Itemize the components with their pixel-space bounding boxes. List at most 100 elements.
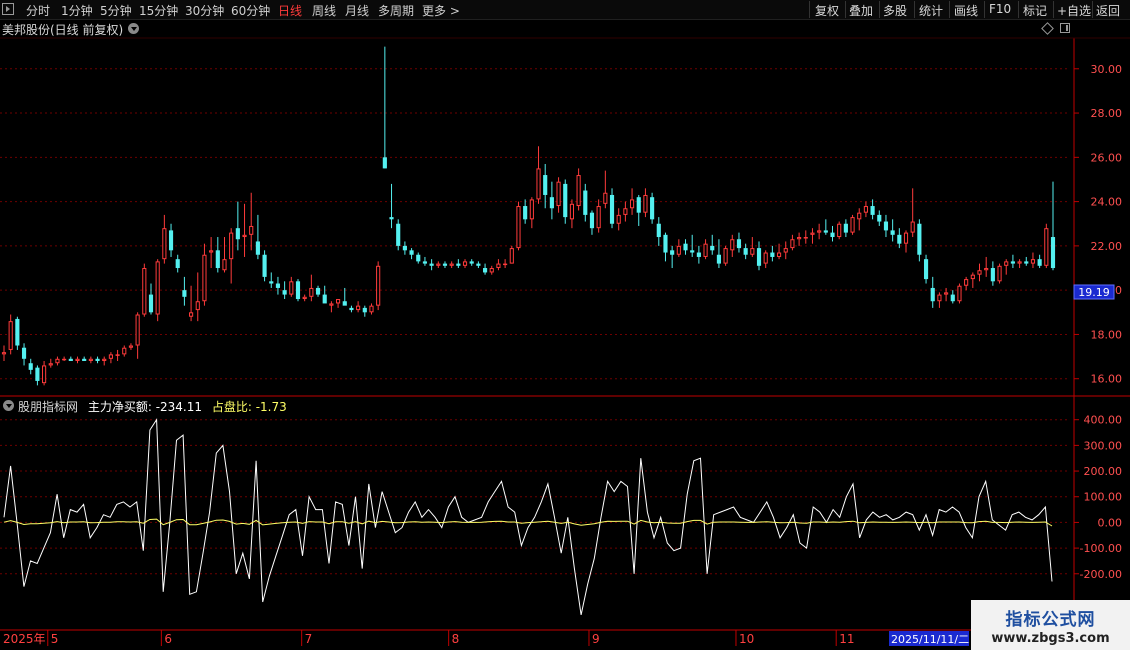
candle-body [723,248,728,264]
candle-body [516,206,521,249]
candle-body [676,245,681,255]
candle [242,203,247,257]
candle [810,228,815,244]
candle-body [456,263,461,266]
candle [569,199,575,229]
candle-body [476,263,481,266]
candle [783,241,788,260]
candle [1030,252,1036,269]
candle-body [1050,237,1056,269]
candle-body [35,367,40,381]
candle-body [489,268,494,273]
candle-body [155,261,160,315]
candle [362,305,367,317]
candle-body [422,261,428,264]
candle-body [549,197,554,209]
candle [389,183,394,229]
price-tick-label: 22.00 [1091,240,1123,253]
candle-body [529,199,534,220]
candle [817,223,822,240]
candle-body [1004,261,1009,266]
candle-body [269,281,274,284]
indicator-tick-label: 200.00 [1084,465,1123,478]
candle [382,46,387,169]
candle-body [376,265,381,306]
candle [142,263,147,317]
candle [616,208,621,231]
candle-body [810,232,815,235]
candle-body [142,268,147,315]
candle [923,254,929,284]
price-tick-label: 26.00 [1091,151,1123,164]
candle [957,283,962,304]
candle-body [8,321,13,350]
candle-body [322,294,327,304]
candle [529,197,534,229]
candle [917,219,922,262]
candle-body [970,274,975,280]
candle-body [242,234,247,238]
candle-body [877,214,882,222]
candle [309,274,314,302]
candle [1010,254,1015,269]
candle-body [857,212,862,220]
candle [1024,256,1029,266]
candle [890,219,895,242]
candle-body [175,259,180,269]
candle [155,259,160,322]
candle [603,170,608,209]
candle-body [957,285,962,302]
candle [42,361,47,386]
candle [950,290,955,304]
candle [255,214,260,260]
candle-body [108,354,113,359]
candle-body [42,365,47,384]
candle [623,201,628,222]
candle-body [609,194,615,224]
candle-body [449,263,454,266]
candle [563,179,568,224]
candle-body [743,248,748,255]
candle [422,256,428,266]
candle [509,245,514,264]
candle [369,303,374,315]
candle-body [696,252,701,257]
candle [95,356,100,364]
candle-body [636,197,641,213]
candle [262,250,267,282]
candle-body [950,294,955,302]
candle-body [850,217,855,233]
watermark-logo: 指标公式网 www.zbgs3.com [971,600,1130,650]
indicator-tick-label: 400.00 [1084,414,1123,427]
candle [823,219,828,235]
candle [322,285,327,304]
indicator-tick-label: 300.00 [1084,439,1123,452]
candle-body [202,254,207,302]
indicator-series [3,418,1053,616]
candle [897,228,902,249]
price-tick-label: 24.00 [1091,196,1123,209]
candle [128,343,134,350]
candle-body [1037,259,1042,266]
candle [870,199,875,220]
candle [750,237,755,257]
candle [857,208,862,231]
candle-body [396,223,401,246]
chart-area[interactable]: 16.0018.0020.0022.0024.0026.0028.0030.00… [0,0,1130,650]
candle-body [897,234,902,244]
candle-body [469,261,474,264]
candle-body [128,345,134,348]
candle-body [15,318,20,346]
net-buy-line [3,418,1053,616]
candle-body [830,232,835,238]
candle [596,199,601,233]
candle [195,272,200,322]
candle-body [923,259,929,280]
candle [356,301,361,313]
candle-body [262,254,267,277]
candle [15,316,20,350]
candle [336,299,341,308]
candle [629,188,635,215]
candle-body [21,347,27,359]
candle [676,239,681,257]
